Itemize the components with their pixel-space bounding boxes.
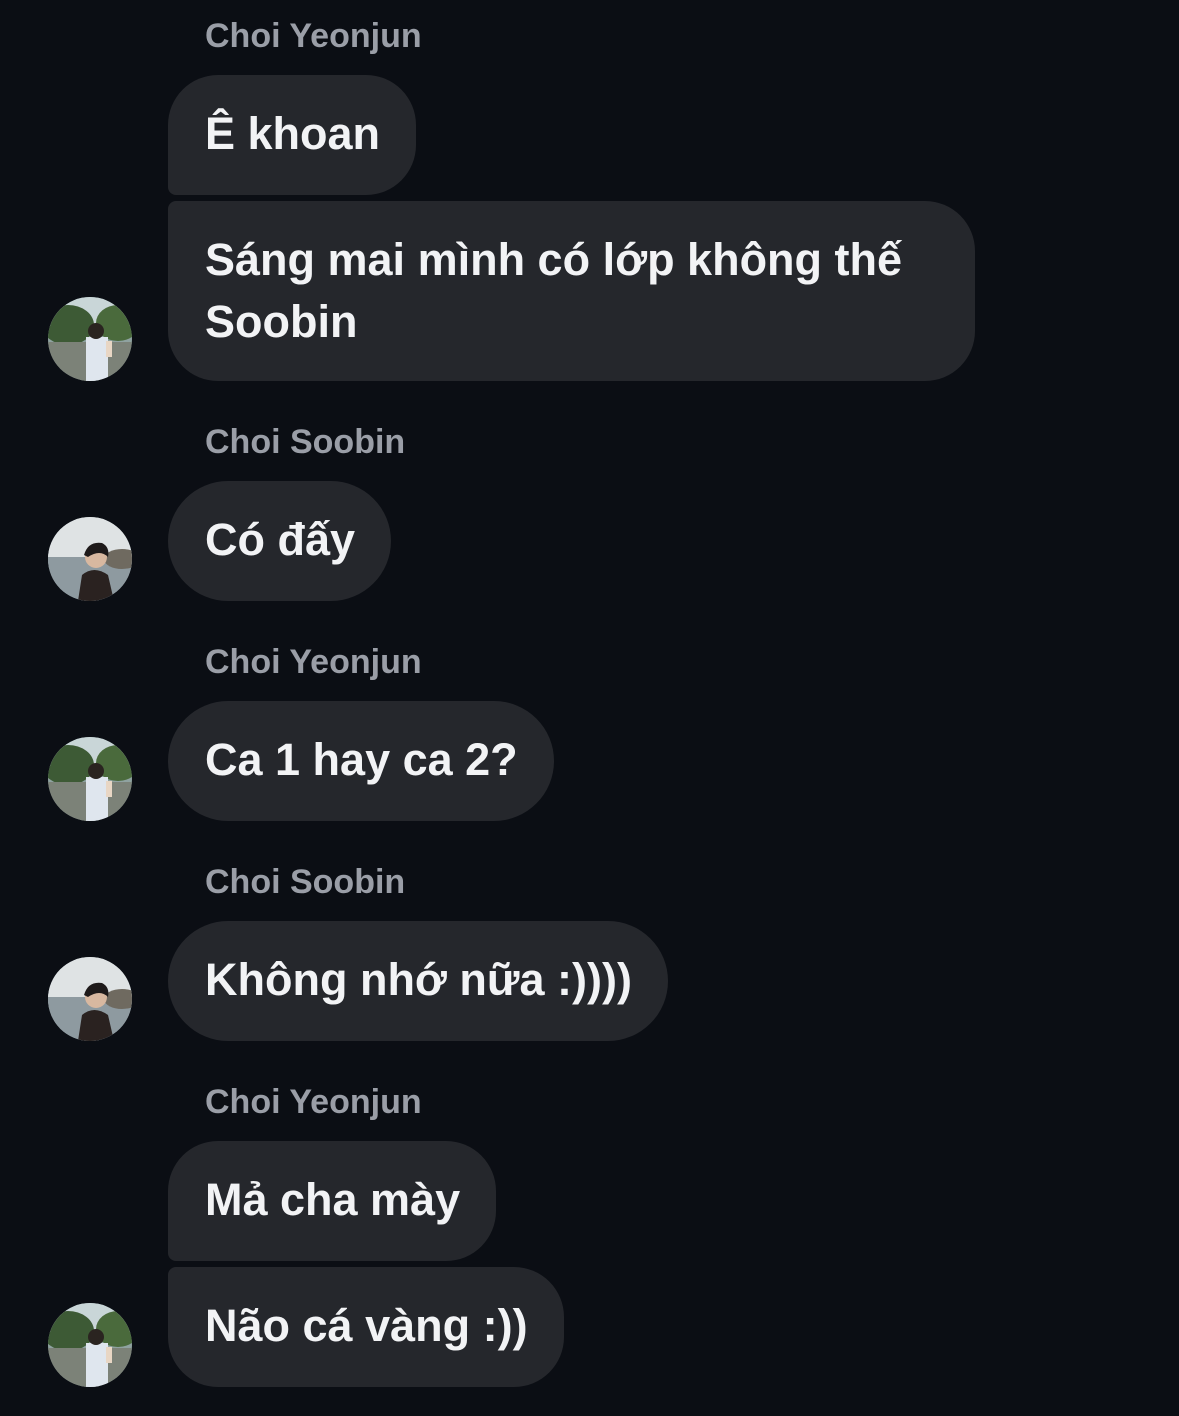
message-bubble[interactable]: Ca 1 hay ca 2?: [168, 701, 554, 821]
sender-name: Choi Yeonjun: [205, 17, 422, 55]
sender-name: Choi Soobin: [205, 863, 406, 901]
message-bubble[interactable]: Sáng mai mình có lớp không thế Soobin: [168, 201, 975, 381]
message-bubble[interactable]: Não cá vàng :)): [168, 1267, 564, 1387]
yeonjun-avatar[interactable]: [48, 1303, 132, 1387]
message-bubble[interactable]: Mả cha mày: [168, 1141, 497, 1261]
message-bubble[interactable]: Có đấy: [168, 481, 392, 601]
sender-name: Choi Soobin: [205, 423, 406, 461]
yeonjun-avatar[interactable]: [48, 297, 132, 381]
soobin-avatar[interactable]: [48, 517, 132, 601]
message-bubble[interactable]: Không nhớ nữa :)))): [168, 921, 668, 1041]
soobin-avatar[interactable]: [48, 957, 132, 1041]
chat-thread: Choi Yeonjun Ê khoan Sáng mai mình có lớ…: [0, 0, 1179, 1416]
sender-name: Choi Yeonjun: [205, 1083, 422, 1121]
yeonjun-avatar[interactable]: [48, 737, 132, 821]
sender-name: Choi Yeonjun: [205, 643, 422, 681]
message-bubble[interactable]: Ê khoan: [168, 75, 417, 195]
